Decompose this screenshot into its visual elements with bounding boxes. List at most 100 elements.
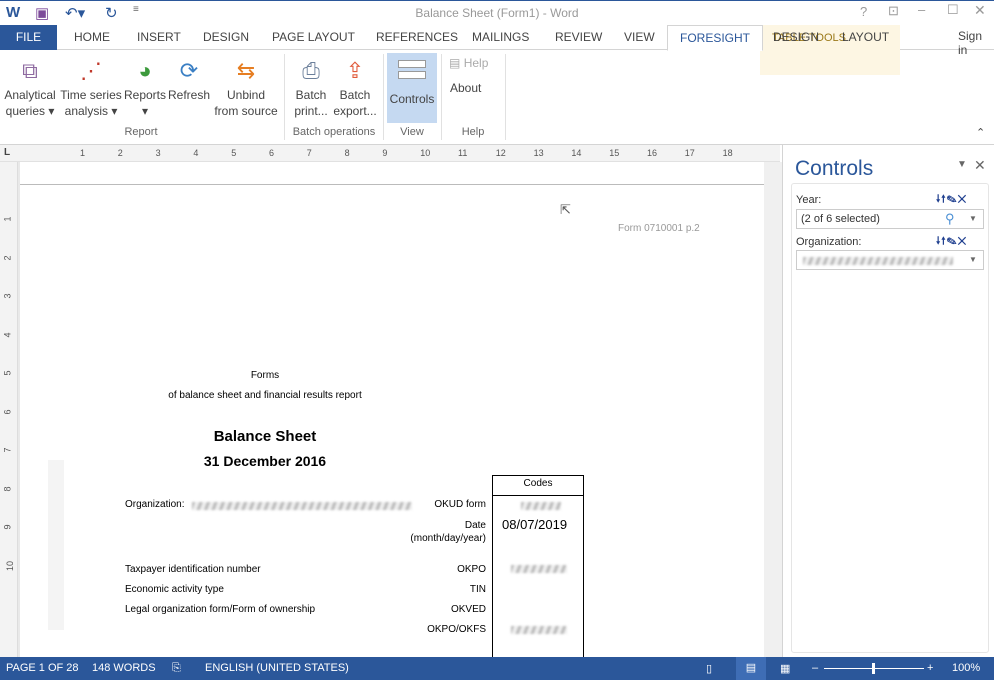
ribbon-display-icon[interactable]: ⊡	[888, 3, 899, 19]
help-button[interactable]: ▤ Help	[449, 56, 488, 70]
redacted-value	[511, 565, 567, 573]
code-label: TIN	[469, 584, 486, 595]
edit-icon: ✎	[946, 236, 958, 247]
divider	[284, 54, 285, 140]
zoom-slider-thumb[interactable]	[872, 663, 875, 674]
ruler-tick-label: 7	[306, 148, 312, 158]
print-layout-icon[interactable]: ▤	[736, 657, 766, 680]
chevron-down-icon[interactable]: ▼	[969, 214, 977, 223]
zoom-slider[interactable]	[824, 663, 924, 674]
batch-print-button[interactable]: ⎙ Batch print...	[290, 55, 332, 119]
tab-insert[interactable]: INSERT	[125, 25, 193, 50]
controls-list: Year: 🠗🠕✎✕ (2 of 6 selected) ⚲ ▼ Organizat…	[791, 183, 989, 653]
redacted-value	[803, 257, 953, 265]
vertical-scrollbar[interactable]	[764, 162, 782, 657]
vruler-tick-label: 7	[2, 447, 13, 453]
word-count[interactable]: 148 WORDS	[92, 662, 156, 674]
controls-icon	[387, 53, 437, 85]
ruler-tick-label: 5	[231, 148, 237, 158]
title-bar: W ▣ ↶▾ ↻ ≡ Balance Sheet (Form1) - Word	[0, 0, 994, 25]
page-top-gap	[20, 162, 764, 185]
zoom-out-icon[interactable]: –	[812, 662, 818, 674]
group-batch-label: Batch operations	[292, 126, 376, 138]
export-icon: ⇪	[345, 58, 365, 83]
tab-foresight[interactable]: FORESIGHT	[667, 25, 764, 51]
ruler-tick-label: 18	[722, 148, 733, 158]
refresh-button[interactable]: ⟳ Refresh	[168, 55, 210, 103]
chevron-down-icon[interactable]: ▼	[969, 255, 977, 264]
ruler-tick-label: 12	[495, 148, 506, 158]
tab-references[interactable]: REFERENCES	[364, 25, 470, 50]
tab-home[interactable]: HOME	[62, 25, 122, 50]
tab-selector-icon[interactable]: L	[4, 147, 10, 158]
organization-select[interactable]: ▼	[796, 250, 984, 270]
ribbon: ⧉ Analytical queries ▾ ⋰ Time series analysi…	[0, 50, 994, 145]
close-icon[interactable]: ✕	[974, 2, 986, 19]
tab-view[interactable]: VIEW	[612, 25, 667, 50]
document-title: Balance Sheet	[213, 428, 317, 445]
ruler-tick-label: 11	[458, 148, 468, 158]
vruler-tick-label: 6	[2, 408, 13, 415]
help-icon[interactable]: ?	[860, 4, 867, 19]
vruler-tick-label: 1	[2, 216, 13, 222]
read-mode-icon[interactable]: ▯	[706, 662, 712, 675]
ruler-tick-label: 4	[193, 148, 199, 158]
vruler-tick-label: 2	[2, 254, 13, 261]
search-icon[interactable]: ⚲	[945, 211, 955, 227]
codes-table[interactable]: Codes 08/07/2019	[492, 475, 584, 657]
unbind-button[interactable]: ⇆ Unbind from source	[212, 55, 280, 119]
ruler-tick-label: 3	[155, 148, 161, 158]
delete-icon: ✕	[957, 194, 968, 205]
ruler-tick-label: 16	[647, 148, 658, 158]
document-page[interactable]: ⇱ Form 0710001 p.2 Forms of balance shee…	[20, 185, 764, 657]
status-bar: PAGE 1 OF 28 148 WORDS ⎘ ENGLISH (UNITED…	[0, 657, 994, 680]
web-layout-icon[interactable]: ▦	[780, 662, 790, 675]
analytical-queries-button[interactable]: ⧉ Analytical queries ▾	[2, 55, 58, 119]
code-label: OKUD form	[434, 499, 486, 510]
language[interactable]: ENGLISH (UNITED STATES)	[205, 662, 349, 674]
vertical-ruler[interactable]: 1 2 3 4 5 6 7 8 9 10	[0, 162, 18, 657]
left-row: Legal organization form/Form of ownershi…	[125, 604, 316, 615]
tab-design[interactable]: DESIGN	[191, 25, 261, 50]
pane-options-icon[interactable]: ▼	[957, 159, 967, 170]
tab-page-layout[interactable]: PAGE LAYOUT	[260, 25, 367, 50]
divider	[383, 54, 384, 140]
zoom-in-icon[interactable]: +	[927, 662, 933, 674]
year-actions[interactable]: 🠗🠕✎✕	[936, 192, 967, 209]
zoom-level[interactable]: 100%	[952, 662, 980, 674]
tab-file[interactable]: FILE	[0, 25, 57, 50]
organization-label: Organization:	[125, 499, 185, 510]
maximize-icon[interactable]: ☐	[947, 2, 959, 18]
delete-icon: ✕	[957, 236, 968, 247]
tab-mailings[interactable]: MAILINGS	[460, 25, 541, 50]
report-date: 31 December 2016	[203, 453, 327, 469]
divider	[441, 54, 442, 140]
year-select[interactable]: (2 of 6 selected) ⚲ ▼	[796, 209, 984, 229]
reports-icon: ◕	[138, 58, 152, 83]
about-button[interactable]: About	[450, 81, 481, 95]
vruler-tick-label: 3	[2, 293, 13, 299]
organization-actions[interactable]: 🠗🠕✎✕	[936, 234, 967, 251]
proofing-icon[interactable]: ⎘	[172, 662, 181, 675]
vruler-tick-label: 10	[5, 560, 16, 571]
time-series-button[interactable]: ⋰ Time series analysis ▾	[60, 55, 122, 119]
year-label: Year:	[796, 194, 822, 206]
reports-button[interactable]: ◕ Reports ▾	[123, 55, 167, 119]
horizontal-ruler[interactable]: L 1 2 3 4 5 6 7 8 9 10 11 12 13 14 15 16 17 18	[0, 145, 780, 162]
redacted-organization	[192, 502, 412, 510]
page-count[interactable]: PAGE 1 OF 28	[6, 662, 79, 674]
batch-export-button[interactable]: ⇪ Batch export...	[332, 55, 378, 119]
tab-table-layout[interactable]: LAYOUT	[830, 25, 901, 50]
tab-review[interactable]: REVIEW	[543, 25, 614, 50]
minimize-icon[interactable]: –	[918, 2, 925, 17]
controls-button[interactable]: Controls	[387, 53, 437, 123]
printer-icon: ⎙	[302, 58, 320, 83]
code-label: OKPO/OKFS	[427, 624, 486, 635]
ruler-tick-label: 2	[117, 148, 123, 158]
tab-table-design[interactable]: DESIGN	[761, 25, 831, 50]
collapse-ribbon-icon[interactable]: ⌃	[976, 126, 985, 139]
pane-close-icon[interactable]: ✕	[974, 157, 986, 174]
ruler-tick-label: 1	[80, 148, 86, 158]
vruler-tick-label: 4	[2, 331, 13, 338]
mouse-cursor-icon: ⇱	[560, 202, 571, 217]
